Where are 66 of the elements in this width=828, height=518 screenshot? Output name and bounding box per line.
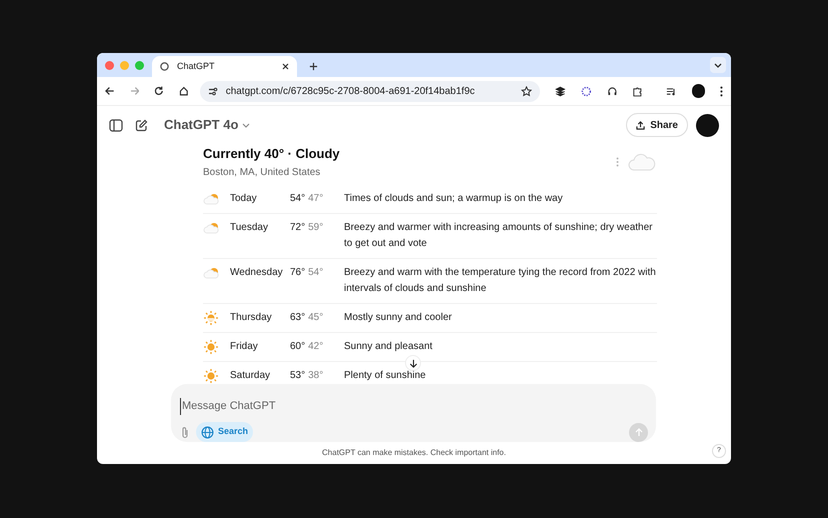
day-name: Today: [230, 192, 258, 206]
user-avatar[interactable]: [696, 114, 719, 136]
high-temperature: 53°: [290, 369, 306, 383]
reload-icon[interactable]: [154, 86, 164, 96]
paperclip-icon[interactable]: [180, 426, 190, 438]
url-text: chatgpt.com/c/6728c95c-2708-8004-a691-20f14bab1f9c: [226, 84, 476, 98]
new-tab-icon[interactable]: [309, 62, 318, 71]
media-icon[interactable]: [666, 86, 677, 96]
layers-icon[interactable]: [555, 86, 566, 96]
arrow-up-icon: [634, 428, 642, 436]
puzzle-icon[interactable]: [632, 86, 643, 96]
weather-title: Currently 40° · Cloudy: [203, 145, 340, 163]
forecast-summary: Mostly sunny and cooler: [344, 311, 453, 325]
message-input[interactable]: Message ChatGPT: [180, 398, 647, 414]
share-icon: [636, 120, 646, 130]
low-temperature: 38°: [308, 369, 324, 383]
back-icon[interactable]: [105, 86, 115, 96]
high-temperature: 76°: [290, 266, 306, 280]
high-temperature: 54°: [290, 192, 306, 206]
browser-tab[interactable]: ChatGPT: [152, 56, 297, 77]
day-name: Wednesday: [230, 266, 284, 280]
forecast-summary: Times of clouds and sun; a warmup is on the way: [344, 192, 564, 206]
sun-icon: [203, 368, 219, 384]
sun-icon: [203, 339, 219, 355]
low-temperature: 59°: [308, 221, 324, 235]
low-temperature: 42°: [308, 340, 324, 354]
high-temperature: 63°: [290, 311, 306, 325]
home-icon[interactable]: [179, 86, 189, 96]
day-name: Thursday: [230, 311, 273, 325]
cloud-icon: [627, 151, 657, 172]
star-icon[interactable]: [521, 86, 532, 96]
forecast-summary: Breezy and warm with the temperature tying the record from 2022 with intervals of clouds and sunshine: [344, 266, 657, 296]
arrow-down-icon: [408, 358, 418, 368]
menu-icon[interactable]: [720, 86, 723, 96]
day-name: Tuesday: [230, 221, 269, 235]
profile-avatar[interactable]: [692, 84, 706, 98]
low-temperature: 45°: [308, 311, 324, 325]
globe-icon: [201, 426, 214, 438]
scroll-down-button[interactable]: [405, 355, 421, 371]
site-settings-icon[interactable]: [208, 86, 218, 96]
chevron-down-icon: [714, 62, 722, 68]
new-chat-icon[interactable]: [135, 118, 148, 132]
forecast-summary: Plenty of sunshine: [344, 369, 427, 383]
tab-menu-button[interactable]: [710, 57, 726, 73]
high-temperature: 60°: [290, 340, 306, 354]
sun-behind-cloud-icon: [203, 222, 221, 234]
tab-title: ChatGPT: [177, 60, 216, 73]
disclaimer-text: ChatGPT can make mistakes. Check important info.: [321, 447, 507, 459]
sun-icon: [203, 310, 219, 326]
sidebar-toggle-icon[interactable]: [109, 118, 123, 132]
headphones-icon[interactable]: [606, 86, 618, 96]
forecast-summary: Breezy and warmer with increasing amounts of sunshine; dry weather to get out and vote: [344, 221, 654, 251]
share-button[interactable]: Share: [626, 113, 688, 137]
forecast-summary: Sunny and pleasant: [344, 340, 434, 354]
chevron-down-icon: [242, 122, 250, 128]
day-name: Friday: [230, 340, 259, 354]
high-temperature: 72°: [290, 221, 306, 235]
day-name: Saturday: [230, 369, 272, 383]
sun-behind-cloud-icon: [203, 193, 221, 205]
sun-behind-cloud-icon: [203, 267, 221, 279]
close-icon[interactable]: [282, 63, 289, 70]
low-temperature: 47°: [308, 192, 324, 206]
low-temperature: 54°: [308, 266, 324, 280]
address-bar[interactable]: chatgpt.com/c/6728c95c-2708-8004-a691-20f14bab1f9c: [200, 80, 540, 102]
location-text: Boston, MA, United States: [203, 166, 322, 180]
model-selector[interactable]: ChatGPT 4o: [164, 115, 250, 135]
